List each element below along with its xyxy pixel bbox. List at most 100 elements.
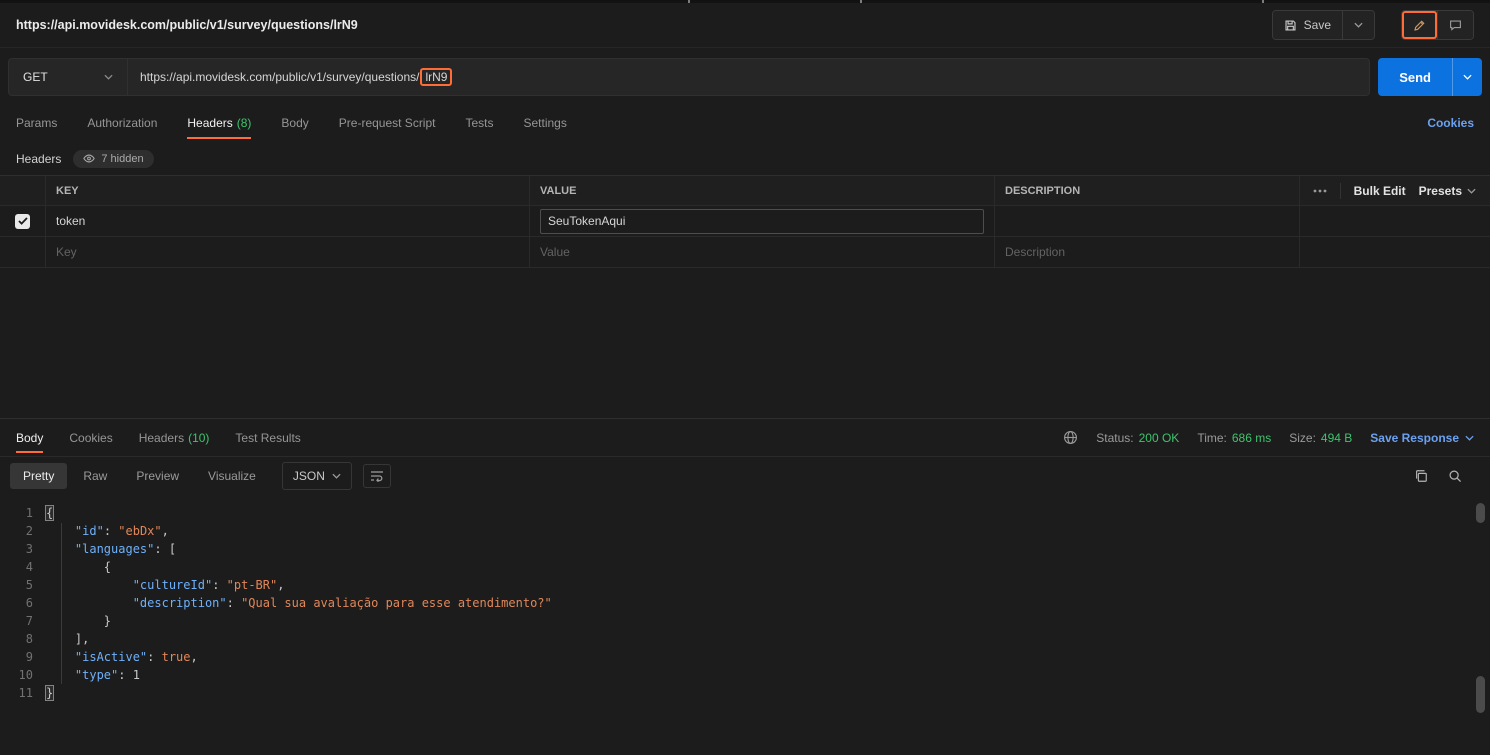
copy-icon[interactable] [1414,469,1428,483]
method-select[interactable]: GET [9,59,127,95]
tab-body[interactable]: Body [281,104,308,142]
tab-label: Pre-request Script [338,116,436,130]
tab-separator [688,0,690,3]
time-label: Time: [1197,430,1227,445]
line-number: 11 [18,686,33,700]
url-highlight-annotation: lrN9 [420,68,453,86]
response-tab-test-results[interactable]: Test Results [235,419,300,456]
value-input[interactable] [540,245,984,259]
scrollbar-thumb[interactable] [1476,676,1485,713]
code-text: { [46,506,54,520]
line-number: 1 [25,506,33,520]
size-label: Size: [1289,430,1316,445]
chevron-down-icon [332,473,341,479]
comment-button[interactable] [1437,11,1473,39]
presets-button[interactable]: Presets [1419,184,1476,198]
tab-pre-request-script[interactable]: Pre-request Script [339,104,436,142]
key-cell [46,237,530,267]
tab-count: (8) [236,116,252,130]
row-checkbox-cell [0,237,46,267]
titlebar-actions: Save [1271,10,1474,40]
response-tab-body[interactable]: Body [16,419,44,456]
save-icon [1284,19,1297,32]
cookies-link[interactable]: Cookies [1427,116,1474,130]
row-controls [1300,237,1490,267]
tab-separator [1262,0,1264,3]
network-icon[interactable] [1063,430,1078,445]
search-icon[interactable] [1448,469,1462,483]
row-checkbox-cell [0,206,46,236]
hidden-headers-toggle[interactable]: 7 hidden [73,149,154,168]
pencil-icon [1413,19,1426,32]
code-line: 10 "type": 1 [0,666,1490,684]
view-tab-raw[interactable]: Raw [70,463,120,489]
chevron-down-icon [1467,188,1476,194]
code-text: "isActive": true, [74,650,198,664]
view-tab-preview[interactable]: Preview [123,463,192,489]
format-select[interactable]: JSON [281,462,352,490]
send-options-button[interactable] [1452,58,1482,96]
headers-section-title: Headers [16,151,62,166]
line-number: 4 [25,560,33,574]
size-stat: Size: 494 B [1289,431,1352,445]
code-text: ], [74,632,90,646]
line-number: 9 [25,650,33,664]
eye-icon [83,154,96,163]
tab-headers[interactable]: Headers (8) [187,104,252,142]
key-input[interactable] [56,214,519,228]
code-line: 9 "isActive": true, [0,648,1490,666]
description-input[interactable] [1005,214,1289,228]
view-tab-visualize[interactable]: Visualize [195,463,269,489]
tab-strip [0,0,1490,3]
chevron-down-icon [1463,74,1472,80]
response-tabs: Body Cookies Headers (10) Test Results S… [0,419,1490,457]
description-input[interactable] [1005,245,1289,259]
save-label: Save [1303,18,1331,32]
headers-meta-row: Headers 7 hidden [0,142,1490,175]
send-button[interactable]: Send [1378,58,1452,96]
url-input[interactable]: https://api.movidesk.com/public/v1/surve… [127,59,1369,95]
edit-request-button[interactable] [1402,11,1437,39]
bulk-edit-button[interactable]: Bulk Edit [1354,184,1406,198]
status-stat: Status: 200 OK [1096,431,1179,445]
response-tab-cookies[interactable]: Cookies [69,419,112,456]
scrollbar-thumb[interactable] [1476,503,1485,523]
response-body-viewer[interactable]: 1{2 "id": "ebDx", 3 "languages": [4 {5 "c… [0,495,1490,755]
key-input[interactable] [56,245,519,259]
request-meta-buttons [1401,10,1474,40]
row-checkbox[interactable] [15,213,30,229]
code-lines: 1{2 "id": "ebDx", 3 "languages": [4 {5 "c… [0,504,1490,702]
line-number: 2 [25,524,33,538]
view-tab-pretty[interactable]: Pretty [10,463,68,489]
code-line: 11} [0,684,1490,702]
headers-table: KEY VALUE DESCRIPTION Bulk Edit Presets [0,175,1490,268]
more-options-icon[interactable] [1313,189,1327,193]
tab-params[interactable]: Params [16,104,57,142]
response-status-bar: Status: 200 OK Time: 686 ms Size: 494 B … [1063,430,1474,445]
save-button[interactable]: Save [1272,11,1342,39]
save-response-button[interactable]: Save Response [1370,431,1474,445]
wrap-lines-button[interactable] [362,464,391,488]
value-input[interactable] [540,208,984,234]
column-header-description: DESCRIPTION [995,176,1300,205]
line-number: 3 [25,542,33,556]
send-button-group: Send [1378,58,1482,96]
method-url-field: GET https://api.movidesk.com/public/v1/s… [8,58,1371,96]
description-cell [995,237,1300,267]
tab-label: Headers [138,430,185,445]
url-text: https://api.movidesk.com/public/v1/surve… [140,70,420,84]
response-tab-headers[interactable]: Headers (10) [139,419,210,456]
tab-tests[interactable]: Tests [465,104,493,142]
request-url-row: GET https://api.movidesk.com/public/v1/s… [0,48,1490,104]
tab-count: (10) [188,430,210,445]
empty-area [0,268,1490,418]
row-controls [1300,206,1490,236]
value-cell [530,206,995,236]
header-row-placeholder [0,237,1490,268]
save-options-button[interactable] [1342,11,1374,39]
tab-label: Headers [187,116,233,130]
line-number: 10 [18,668,33,682]
value-cell [530,237,995,267]
tab-settings[interactable]: Settings [524,104,567,142]
tab-authorization[interactable]: Authorization [87,104,157,142]
